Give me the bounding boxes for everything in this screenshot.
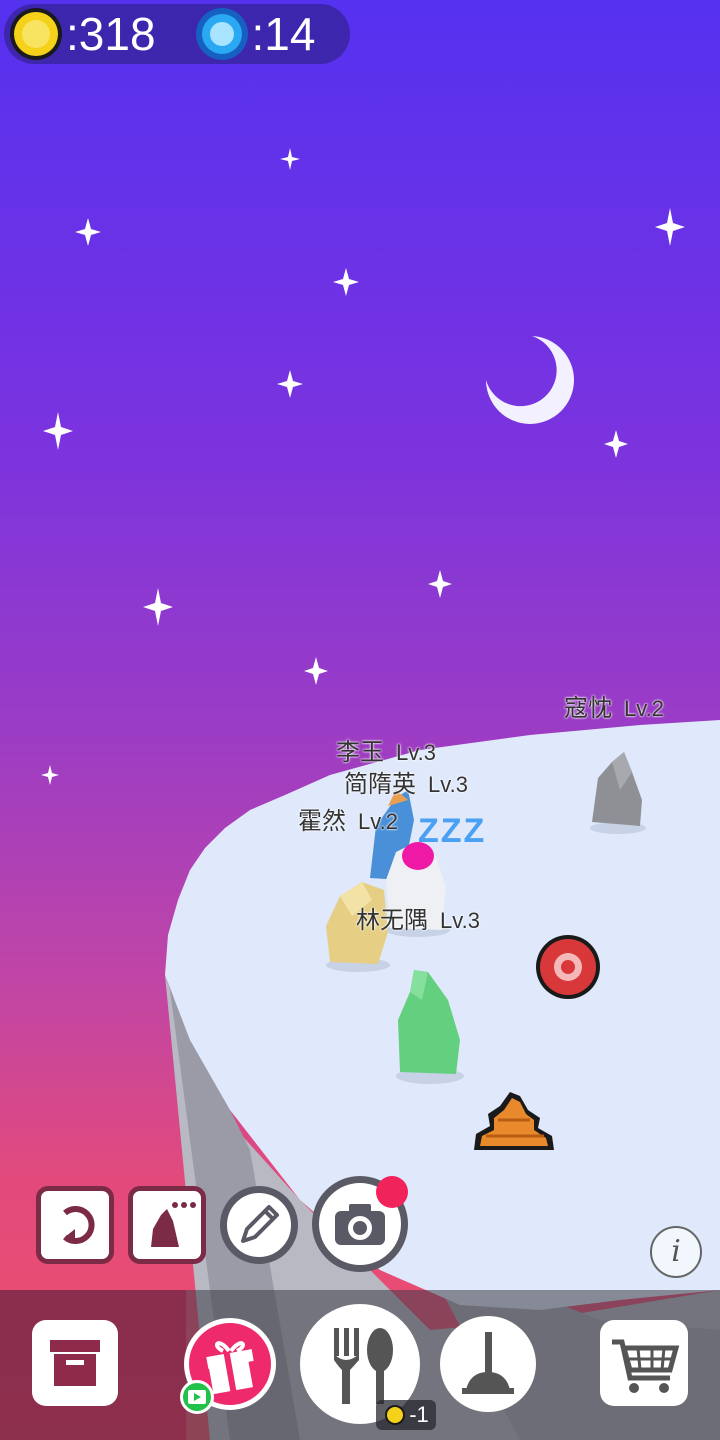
shop-button[interactable]: [600, 1320, 688, 1406]
pet-label-jiansuiying: 简隋英 Lv.3: [344, 770, 468, 798]
pencil-icon: [241, 1205, 279, 1243]
star: [304, 657, 328, 685]
star: [333, 268, 359, 296]
star: [75, 218, 101, 246]
star: [41, 765, 59, 785]
storage-button[interactable]: [32, 1320, 118, 1406]
coin-icon: [385, 1405, 406, 1425]
notification-badge: [376, 1176, 408, 1208]
pet-menu-button[interactable]: [128, 1186, 206, 1264]
star: [604, 430, 628, 458]
coin-count: :318: [66, 8, 156, 60]
sleep-indicator: ZZZ: [418, 812, 487, 850]
star: [43, 412, 73, 450]
cart-icon: [612, 1339, 680, 1393]
edit-button[interactable]: [220, 1186, 298, 1264]
video-ad-icon: [188, 1390, 206, 1404]
plunger-icon: [462, 1332, 514, 1394]
coin-icon: [10, 8, 62, 60]
star: [280, 148, 300, 170]
video-ad-badge[interactable]: [180, 1380, 214, 1414]
rotate-button[interactable]: [36, 1186, 114, 1264]
gem-count: :14: [251, 8, 316, 60]
pet-label-kouchen: 寇忱 Lv.2: [564, 694, 664, 722]
star: [277, 370, 303, 398]
star: [428, 570, 452, 598]
star: [655, 208, 685, 246]
currency-bar: :318 :14: [4, 4, 350, 64]
rotate-icon: [63, 1206, 95, 1244]
pet-label-liyu: 李玉 Lv.3: [336, 738, 436, 766]
info-button[interactable]: i: [650, 1226, 702, 1278]
moon-icon: [486, 336, 574, 424]
clean-button[interactable]: [440, 1316, 536, 1412]
storage-box-icon: [50, 1340, 100, 1386]
meat-food-icon[interactable]: [536, 935, 600, 999]
pet-label-linwuyu: 林无隅 Lv.3: [356, 906, 480, 934]
pet-menu-icon: [151, 1202, 196, 1247]
feed-cost: -1: [376, 1400, 436, 1430]
star: [143, 588, 173, 626]
gem-icon: [195, 8, 248, 60]
game-screen: :318 :14 寇忱 Lv.2 李玉 Lv.3 简隋英 Lv.3 霍然 Lv.2 林无…: [0, 0, 720, 1440]
pet-label-huoran: 霍然 Lv.2: [298, 807, 398, 835]
